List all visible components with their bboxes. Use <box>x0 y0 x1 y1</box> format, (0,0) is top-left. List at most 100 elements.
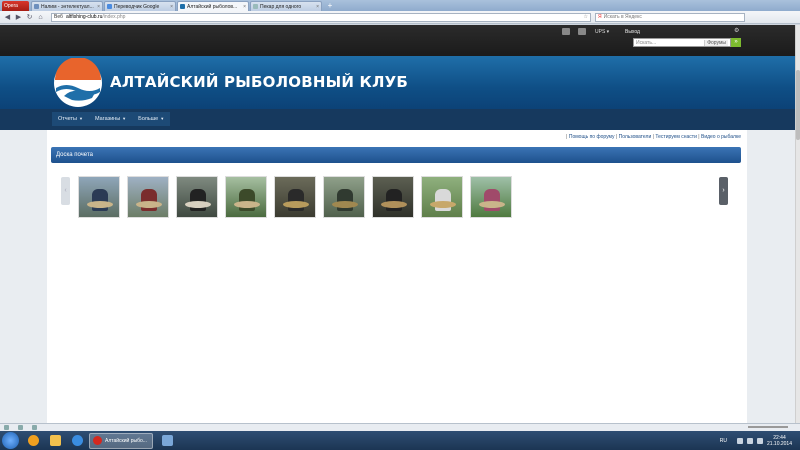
gear-icon[interactable]: ⚙ <box>734 27 739 34</box>
opera-menu-button[interactable]: Opera <box>2 1 29 11</box>
carousel-prev-button[interactable]: ‹ <box>61 177 70 205</box>
photo-thumbnail[interactable] <box>470 176 512 218</box>
menu-item-reports[interactable]: Отчеты ▼ <box>52 112 89 126</box>
search-scope-select[interactable]: Форумы <box>704 39 728 46</box>
tab-title: Налим - энтелектуал... <box>41 3 94 10</box>
photo-thumbnail[interactable] <box>421 176 463 218</box>
help-link[interactable]: Помощь по форуму <box>569 134 615 140</box>
tab-title: Пекар для одного <box>260 3 302 10</box>
photo-thumbnail[interactable] <box>176 176 218 218</box>
tray-flag-icon[interactable] <box>736 437 743 444</box>
opera-icon <box>93 436 102 445</box>
close-icon[interactable]: × <box>170 4 173 10</box>
bookmark-star-icon[interactable]: ☆ <box>584 14 588 20</box>
active-window-title: Алтайский рыбо... <box>105 437 147 444</box>
chevron-down-icon: ▼ <box>160 116 165 121</box>
menu-item-shops[interactable]: Магазины ▼ <box>89 112 132 126</box>
back-icon[interactable]: ◀ <box>3 13 12 22</box>
forward-icon[interactable]: ▶ <box>14 13 23 22</box>
speed-dial-icon[interactable] <box>18 425 23 430</box>
tackle-test-link[interactable]: Тестируем снасти <box>655 134 697 140</box>
search-go-button[interactable]: » <box>731 38 741 47</box>
taskbar-active-window[interactable]: Алтайский рыбо... <box>89 432 153 449</box>
photo-thumbnail[interactable] <box>225 176 267 218</box>
user-menu[interactable]: UPS ▾ <box>595 29 609 35</box>
tray-network-icon[interactable] <box>746 437 753 444</box>
site-title[interactable]: АЛТАЙСКИЙ РЫБОЛОВНЫЙ КЛУБ <box>110 73 408 91</box>
taskbar-app[interactable] <box>45 433 65 449</box>
panel-toggle-icon[interactable] <box>4 425 9 430</box>
video-link[interactable]: Видео о рыбалке <box>701 134 741 140</box>
messages-icon[interactable] <box>562 28 570 35</box>
main-menu-bar: Отчеты ▼ Магазины ▼ Больше ▼ <box>0 109 795 130</box>
tray-volume-icon[interactable] <box>756 437 763 444</box>
browser-tab-strip: Opera Налим - энтелектуал... × Переводчик… <box>0 0 800 11</box>
logout-link[interactable]: Выход <box>625 29 640 35</box>
browser-tab[interactable]: Пекар для одного × <box>250 1 322 11</box>
browser-tab[interactable]: Переводчик Google × <box>104 1 176 11</box>
quick-links: | Помощь по форуму | Пользователи | Тест… <box>566 134 741 140</box>
close-icon[interactable]: × <box>243 4 246 10</box>
photo-thumbnail[interactable] <box>78 176 120 218</box>
page-viewport: UPS ▾ Выход ⚙ Искать... Форумы » АЛТАЙСК… <box>0 25 795 423</box>
photo-thumbnail[interactable] <box>127 176 169 218</box>
taskbar-app[interactable] <box>23 433 43 449</box>
photo-carousel: ‹ › <box>53 166 739 423</box>
new-tab-button[interactable]: + <box>326 2 334 10</box>
network-app-icon <box>161 435 173 446</box>
users-link[interactable]: Пользователи <box>619 134 652 140</box>
menu-item-more[interactable]: Больше ▼ <box>132 112 170 126</box>
menu-item-label: Больше <box>138 116 159 122</box>
browser-tab[interactable]: Налим - энтелектуал... × <box>31 1 103 11</box>
browser-search-input[interactable]: Я Искать в Яндекс <box>595 12 745 22</box>
system-tray: RU 22:44 21.10.2014 <box>720 435 800 447</box>
chevron-down-icon: ▼ <box>79 116 83 121</box>
site-top-bar: UPS ▾ Выход ⚙ Искать... Форумы » <box>0 25 795 56</box>
language-indicator[interactable]: RU <box>720 438 727 444</box>
site-banner: АЛТАЙСКИЙ РЫБОЛОВНЫЙ КЛУБ <box>0 56 795 109</box>
photo-thumbnails <box>78 176 519 218</box>
scrollbar-thumb[interactable] <box>796 70 800 140</box>
carousel-next-button[interactable]: › <box>719 177 728 205</box>
tab-favicon-icon <box>107 4 112 9</box>
photo-thumbnail[interactable] <box>323 176 365 218</box>
yandex-icon: Я <box>598 14 602 20</box>
site-search: Искать... Форумы » <box>633 38 741 47</box>
close-icon[interactable]: × <box>316 4 319 10</box>
start-button[interactable] <box>2 432 19 449</box>
browser-status-bar <box>0 423 800 431</box>
home-icon[interactable]: ⌂ <box>36 13 45 22</box>
tab-title: Переводчик Google <box>114 3 160 10</box>
address-host: altfishing-club.ru <box>65 14 103 20</box>
address-badge: Веб <box>54 14 63 20</box>
main-menu: Отчеты ▼ Магазины ▼ Больше ▼ <box>52 112 171 126</box>
windows-taskbar: Алтайский рыбо... RU 22:44 21.10.2014 <box>0 431 800 450</box>
browser-tab-active[interactable]: Алтайский рыболов... × <box>177 1 249 11</box>
photo-thumbnail[interactable] <box>372 176 414 218</box>
reload-icon[interactable]: ↻ <box>25 13 34 22</box>
internet-explorer-icon <box>71 435 83 446</box>
clock[interactable]: 22:44 21.10.2014 <box>767 435 792 447</box>
explorer-icon <box>49 435 61 446</box>
turbo-icon[interactable] <box>32 425 37 430</box>
address-path: /index.php <box>102 14 126 20</box>
club-logo-icon[interactable] <box>52 58 105 108</box>
chevron-down-icon: ▼ <box>122 116 127 121</box>
notifications-icon[interactable] <box>578 28 586 35</box>
honor-board-header: Доска почета <box>51 147 741 163</box>
browser-navigation-bar: ◀ ▶ ↻ ⌂ Веб altfishing-club.ru /index.ph… <box>0 11 800 24</box>
vertical-scrollbar[interactable] <box>795 25 800 423</box>
site-search-input[interactable]: Искать... Форумы <box>633 38 731 47</box>
tab-favicon-icon <box>34 4 39 9</box>
opera-menu-label: Opera <box>4 3 18 9</box>
site-search-placeholder: Искать... <box>636 39 657 46</box>
close-icon[interactable]: × <box>97 4 100 10</box>
taskbar-app[interactable] <box>67 433 87 449</box>
address-bar[interactable]: Веб altfishing-club.ru /index.php ☆ <box>51 12 591 22</box>
taskbar-app[interactable] <box>157 433 177 449</box>
browser-search-placeholder: Искать в Яндекс <box>603 14 642 20</box>
tab-favicon-icon <box>253 4 258 9</box>
tab-favicon-icon <box>180 4 185 9</box>
photo-thumbnail[interactable] <box>274 176 316 218</box>
zoom-slider[interactable] <box>748 426 788 428</box>
